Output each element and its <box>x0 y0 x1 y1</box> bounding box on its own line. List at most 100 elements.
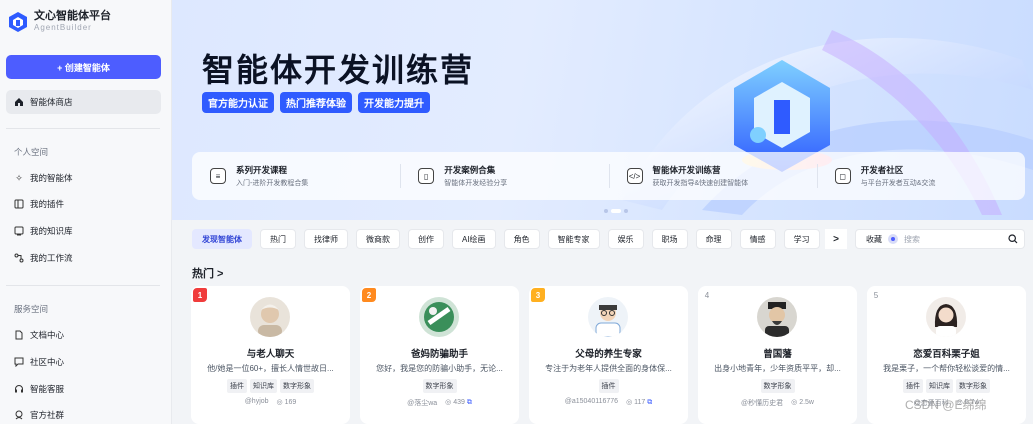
filter-chip-discover[interactable]: 发现智能体 <box>192 229 252 249</box>
sidebar-item-docs[interactable]: 文档中心 <box>14 329 64 341</box>
sidebar-item-label: 社区中心 <box>30 357 65 367</box>
agent-author[interactable]: @a15040116776 <box>565 398 618 407</box>
rank-badge: 3 <box>531 288 545 302</box>
banner-card-subtitle: 与平台开发者互动&交流 <box>860 180 936 187</box>
sidebar-item-agent-store[interactable]: 智能体商店 <box>6 90 161 114</box>
sidebar-item-label: 智能体商店 <box>30 97 73 107</box>
filter-chip[interactable]: 娱乐 <box>607 229 644 249</box>
app-subname: AgentBuilder <box>34 23 92 32</box>
sidebar: 文心智能体平台 AgentBuilder + 创建智能体 智能体商店 个人空间 … <box>0 0 172 424</box>
avatar <box>419 297 459 337</box>
rank-badge: 5 <box>873 290 879 300</box>
search-icon[interactable] <box>1008 234 1018 244</box>
filter-chip[interactable]: 学习 <box>783 229 820 249</box>
headset-icon <box>14 384 24 394</box>
banner-card-title: 智能体开发训练营 <box>652 165 721 175</box>
sidebar-item-label: 我的插件 <box>30 199 65 209</box>
service-section-title: 服务空间 <box>14 304 49 314</box>
favorites-toggle-label[interactable]: 收藏 <box>866 234 882 245</box>
filter-chip[interactable]: 职场 <box>651 229 688 249</box>
personal-section-title: 个人空间 <box>14 147 49 157</box>
plugin-icon <box>14 199 24 209</box>
sidebar-item-community[interactable]: 社区中心 <box>14 356 64 368</box>
banner-card-title: 开发案例合集 <box>444 165 496 175</box>
agent-description: 出身小地青年，少年资质平平，却... <box>714 364 841 373</box>
app-logo[interactable]: 文心智能体平台 AgentBuilder <box>8 10 111 33</box>
search-bar[interactable]: 收藏 搜索 <box>855 229 1025 249</box>
carousel-dot-active[interactable] <box>611 209 621 213</box>
sidebar-item-my-agents[interactable]: ✧ 我的智能体 <box>14 172 72 184</box>
logo-icon <box>8 11 28 33</box>
usage-icon: ◎ <box>276 399 285 406</box>
sidebar-item-official-group[interactable]: 官方社群 <box>14 409 64 421</box>
document-icon <box>14 330 24 340</box>
agent-author[interactable]: @秒懂历史君 <box>741 398 783 408</box>
sidebar-item-my-workflows[interactable]: 我的工作流 <box>14 252 73 264</box>
agent-name: 恋爱百科栗子姐 <box>913 349 980 360</box>
banner-tag: 热门推荐体验 <box>280 92 352 113</box>
usage-count: ◎ 439 ⧉ <box>445 398 472 408</box>
search-input[interactable]: 搜索 <box>904 234 1008 245</box>
agent-name: 曾国藩 <box>763 349 792 360</box>
banner-card-title: 系列开发课程 <box>236 165 288 175</box>
agent-card[interactable]: 1 与老人聊天 他/她是一位60+，擅长人情世故日... 插件 知识库 数字形象… <box>191 286 350 424</box>
filter-chip[interactable]: 找律师 <box>304 229 348 249</box>
home-icon <box>14 97 24 107</box>
filter-chip[interactable]: 创作 <box>408 229 444 249</box>
copy-icon[interactable]: ⧉ <box>647 399 652 406</box>
copy-icon[interactable]: ⧉ <box>467 399 472 406</box>
code-icon: </> <box>626 168 643 184</box>
sidebar-item-label: 智能客服 <box>30 384 65 394</box>
agent-tag: 插件 <box>903 379 923 393</box>
create-agent-button[interactable]: + 创建智能体 <box>6 55 161 79</box>
usage-icon: ◎ <box>626 399 635 406</box>
banner-card-subtitle: 智能体开发经验分享 <box>444 180 508 187</box>
agent-tag: 知识库 <box>250 379 277 393</box>
rank-badge: 4 <box>704 290 710 300</box>
chat-icon <box>14 357 24 367</box>
agent-author[interactable]: @hyjob <box>245 398 269 406</box>
filter-chip[interactable]: 角色 <box>503 229 540 249</box>
agent-tag: 插件 <box>598 379 619 393</box>
agent-name: 父母的养生专家 <box>575 349 642 360</box>
hot-section-title[interactable]: 热门 > <box>192 265 223 281</box>
sidebar-item-my-knowledge[interactable]: 我的知识库 <box>14 225 73 237</box>
app-name: 文心智能体平台 <box>34 10 111 22</box>
sidebar-item-support[interactable]: 智能客服 <box>14 383 64 395</box>
chevron-right-icon[interactable]: > <box>825 229 847 249</box>
agent-tag: 数字形象 <box>280 379 314 393</box>
knowledge-icon <box>14 226 24 236</box>
filter-chip[interactable]: AI绘画 <box>452 229 496 249</box>
filter-chip[interactable]: 情感 <box>739 229 776 249</box>
filter-chip[interactable]: 微商款 <box>356 229 400 249</box>
divider <box>6 285 160 286</box>
banner-card-camp[interactable]: </> 智能体开发训练营 获取开发指导&快速创建智能体 <box>608 152 817 200</box>
sidebar-item-my-plugins[interactable]: 我的插件 <box>14 198 64 210</box>
usage-icon: ◎ <box>791 399 800 406</box>
sidebar-item-label: 我的工作流 <box>30 253 73 263</box>
filter-chip[interactable]: 命理 <box>695 229 732 249</box>
category-filters: 发现智能体 热门 找律师 微商款 创作 AI绘画 角色 智能专家 娱乐 职场 命… <box>192 229 839 249</box>
banner-card-cases[interactable]: ▯ 开发案例合集 智能体开发经验分享 <box>400 152 608 200</box>
agent-card[interactable]: 4 曾国藩 出身小地青年，少年资质平平，却... 数字形象 @秒懂历史君 ◎ 2… <box>698 286 857 424</box>
filter-chip[interactable]: 智能专家 <box>547 229 600 249</box>
book-icon: ≡ <box>210 168 226 184</box>
rank-badge: 1 <box>193 288 207 302</box>
banner-card-community[interactable]: ◻ 开发者社区 与平台开发者互动&交流 <box>816 152 1025 200</box>
favorites-toggle[interactable] <box>888 234 898 244</box>
agent-description: 专注于为老年人提供全面的身体保... <box>545 364 672 373</box>
agent-card[interactable]: 2 爸妈防骗助手 您好，我是您的防骗小助手，无论... 数字形象 @落尘wa ◎… <box>360 286 519 424</box>
banner-card-courses[interactable]: ≡ 系列开发课程 入门-进阶开发教程合集 <box>192 152 400 200</box>
agent-card[interactable]: 3 父母的养生专家 专注于为老年人提供全面的身体保... 插件 @a150401… <box>529 286 688 424</box>
carousel-dot[interactable] <box>624 209 628 213</box>
agent-author[interactable]: @落尘wa <box>407 398 437 408</box>
sidebar-item-label: 官方社群 <box>30 410 65 420</box>
hero-banner[interactable]: 智能体开发训练营 官方能力认证 热门推荐体验 开发能力提升 ≡ 系列开发课程 入… <box>172 0 1033 220</box>
workflow-icon <box>14 253 24 263</box>
usage-count-value: 117 <box>634 399 646 406</box>
banner-card-subtitle: 获取开发指导&快速创建智能体 <box>652 180 749 187</box>
carousel-dot[interactable] <box>604 209 608 213</box>
banner-card-title: 开发者社区 <box>860 165 904 175</box>
filter-chip[interactable]: 热门 <box>260 229 296 249</box>
agent-tag: 知识库 <box>926 379 953 393</box>
